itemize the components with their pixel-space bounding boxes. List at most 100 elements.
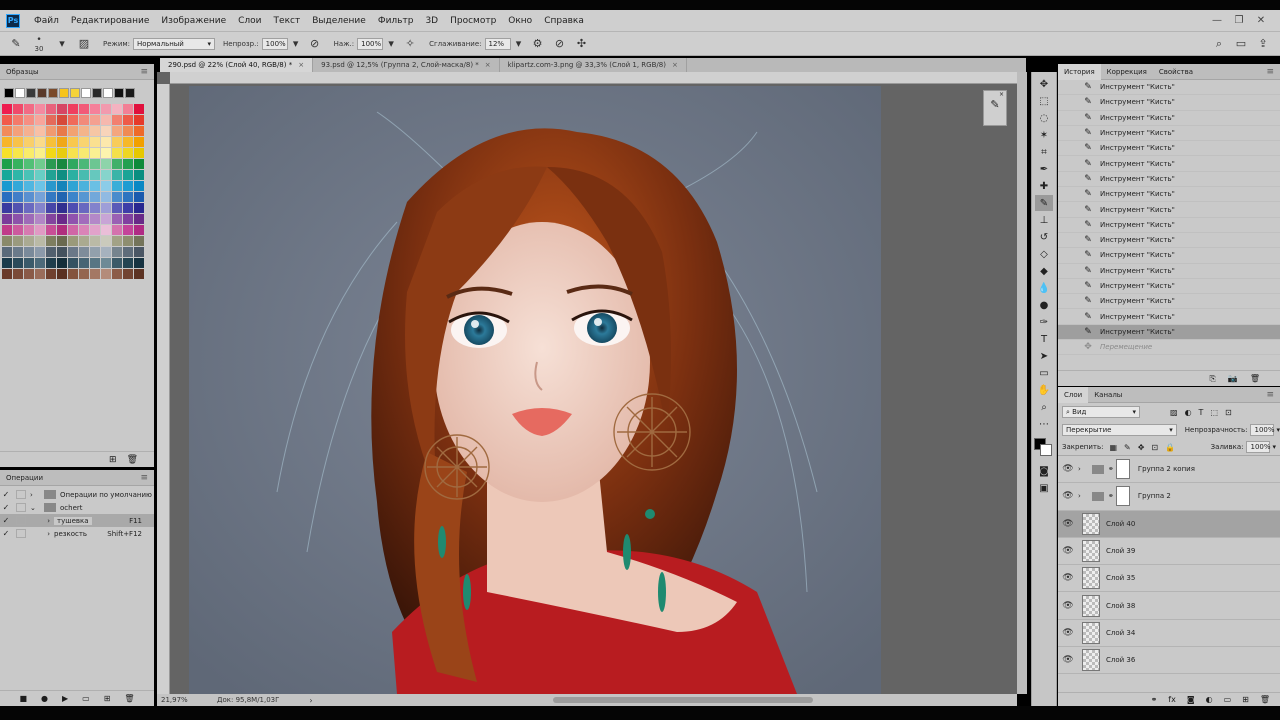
eraser-tool-icon[interactable]: ◇ xyxy=(1035,246,1053,262)
panel-menu-icon[interactable]: ≡ xyxy=(1266,67,1274,77)
color-swatch[interactable] xyxy=(13,225,23,235)
color-swatch[interactable] xyxy=(13,126,23,136)
color-swatch[interactable] xyxy=(90,170,100,180)
search-icon[interactable]: ⌕ xyxy=(1211,36,1227,52)
type-tool-icon[interactable]: T xyxy=(1035,331,1053,347)
zoom-tool-icon[interactable]: ⌕ xyxy=(1035,399,1053,415)
color-swatch[interactable] xyxy=(46,115,56,125)
color-swatch[interactable] xyxy=(123,126,133,136)
snapshot-icon[interactable]: 📷 xyxy=(1228,374,1238,383)
play-icon[interactable]: ▶ xyxy=(62,694,68,703)
color-swatch[interactable] xyxy=(134,269,144,279)
screen-mode-icon[interactable]: ▣ xyxy=(1035,480,1053,496)
close-icon[interactable]: × xyxy=(485,61,491,69)
chevron-down-icon[interactable]: ⌄ xyxy=(30,504,40,512)
color-swatch[interactable] xyxy=(57,170,67,180)
eye-icon[interactable]: 👁 xyxy=(1058,491,1078,501)
quick-mask-icon[interactable]: ◙ xyxy=(1035,463,1053,479)
stop-icon[interactable]: ■ xyxy=(19,694,27,703)
history-state[interactable]: ✎ Инструмент "Кисть" xyxy=(1058,95,1280,111)
color-swatch[interactable] xyxy=(2,236,12,246)
color-swatch[interactable] xyxy=(24,269,34,279)
color-swatch[interactable] xyxy=(134,148,144,158)
layer-group-row[interactable]: 👁 › ⚭ Группа 2 xyxy=(1058,483,1280,511)
color-swatch[interactable] xyxy=(46,181,56,191)
color-swatch[interactable] xyxy=(24,148,34,158)
color-swatch[interactable] xyxy=(79,159,89,169)
document-tab[interactable]: klipartz.com-3.png @ 33,3% (Слой 1, RGB/… xyxy=(500,58,687,72)
color-swatch[interactable] xyxy=(2,269,12,279)
lock-position-icon[interactable]: ✥ xyxy=(1138,443,1145,452)
color-swatch[interactable] xyxy=(68,214,78,224)
history-source-toggle[interactable] xyxy=(1062,342,1076,352)
layer-group-row[interactable]: 👁 › ⚭ Группа 2 копия xyxy=(1058,456,1280,484)
close-icon[interactable]: ✕ xyxy=(1250,13,1272,29)
layer-row[interactable]: 👁 Слой 34 xyxy=(1058,620,1280,648)
healing-tool-icon[interactable]: ✚ xyxy=(1035,178,1053,194)
color-swatch[interactable] xyxy=(134,126,144,136)
check-icon[interactable]: ✓ xyxy=(0,503,12,512)
color-swatch[interactable] xyxy=(101,269,111,279)
history-source-toggle[interactable] xyxy=(1062,327,1076,337)
layer-thumbnail[interactable] xyxy=(1082,512,1100,535)
color-swatch[interactable] xyxy=(112,137,122,147)
color-swatch[interactable] xyxy=(101,148,111,158)
color-swatch[interactable] xyxy=(24,115,34,125)
color-swatch[interactable] xyxy=(46,225,56,235)
color-swatch[interactable] xyxy=(35,115,45,125)
color-swatch[interactable] xyxy=(112,258,122,268)
shape-tool-icon[interactable]: ▭ xyxy=(1035,365,1053,381)
color-swatch[interactable] xyxy=(101,236,111,246)
history-state[interactable]: ✎ Инструмент "Кисть" xyxy=(1058,172,1280,188)
color-swatch[interactable] xyxy=(57,225,67,235)
lock-all-icon[interactable]: 🔒 xyxy=(1165,443,1175,452)
history-source-toggle[interactable] xyxy=(1062,143,1076,153)
link-icon[interactable]: ⚭ xyxy=(1108,492,1114,500)
close-icon[interactable]: × xyxy=(298,61,304,69)
layer-thumbnail[interactable] xyxy=(1082,649,1100,672)
horizontal-scrollbar[interactable] xyxy=(552,697,813,703)
color-swatch[interactable] xyxy=(134,159,144,169)
color-swatch[interactable] xyxy=(101,170,111,180)
color-swatch[interactable] xyxy=(13,159,23,169)
color-swatch[interactable] xyxy=(57,104,67,114)
history-source-toggle[interactable] xyxy=(1062,174,1076,184)
color-swatch[interactable] xyxy=(35,104,45,114)
color-swatch[interactable] xyxy=(134,247,144,257)
color-swatch[interactable] xyxy=(24,192,34,202)
crop-tool-icon[interactable]: ⌗ xyxy=(1035,144,1053,160)
color-swatch[interactable] xyxy=(101,214,111,224)
history-state[interactable]: ✎ Инструмент "Кисть" xyxy=(1058,233,1280,249)
dialog-toggle[interactable] xyxy=(16,529,26,538)
close-icon[interactable]: × xyxy=(984,91,1006,98)
color-swatch[interactable] xyxy=(112,159,122,169)
color-swatch[interactable] xyxy=(13,137,23,147)
magic-wand-tool-icon[interactable]: ✶ xyxy=(1035,127,1053,143)
layer-row[interactable]: 👁 Слой 40 xyxy=(1058,510,1280,538)
document-tab[interactable]: 93.psd @ 12,5% (Группа 2, Слой-маска/8) … xyxy=(313,58,500,72)
color-swatch[interactable] xyxy=(24,159,34,169)
color-swatch[interactable] xyxy=(13,104,23,114)
color-swatch[interactable] xyxy=(112,203,122,213)
panel-menu-icon[interactable]: ≡ xyxy=(140,473,148,483)
color-swatch[interactable] xyxy=(101,258,111,268)
color-swatch[interactable] xyxy=(2,214,12,224)
color-swatch[interactable] xyxy=(79,115,89,125)
color-swatch[interactable] xyxy=(68,159,78,169)
color-swatch[interactable] xyxy=(46,126,56,136)
color-swatch[interactable] xyxy=(79,104,89,114)
color-swatch[interactable] xyxy=(24,137,34,147)
move-tool-icon[interactable]: ✥ xyxy=(1035,76,1053,92)
layer-row[interactable]: 👁 Слой 38 xyxy=(1058,592,1280,620)
paint-bucket-tool-icon[interactable]: ◆ xyxy=(1035,263,1053,279)
eye-icon[interactable]: 👁 xyxy=(1058,628,1078,638)
layer-thumbnail[interactable] xyxy=(1082,540,1100,563)
color-swatch[interactable] xyxy=(123,170,133,180)
color-swatch[interactable] xyxy=(13,115,23,125)
history-state[interactable]: ✎ Инструмент "Кисть" xyxy=(1058,202,1280,218)
floating-brush-panel[interactable]: × ✎ xyxy=(983,90,1007,126)
color-swatch[interactable] xyxy=(134,181,144,191)
canvas-workspace[interactable]: × ✎ xyxy=(157,72,1017,694)
brush-preset-picker[interactable]: • 30 xyxy=(30,35,48,53)
color-swatch[interactable] xyxy=(125,88,135,98)
